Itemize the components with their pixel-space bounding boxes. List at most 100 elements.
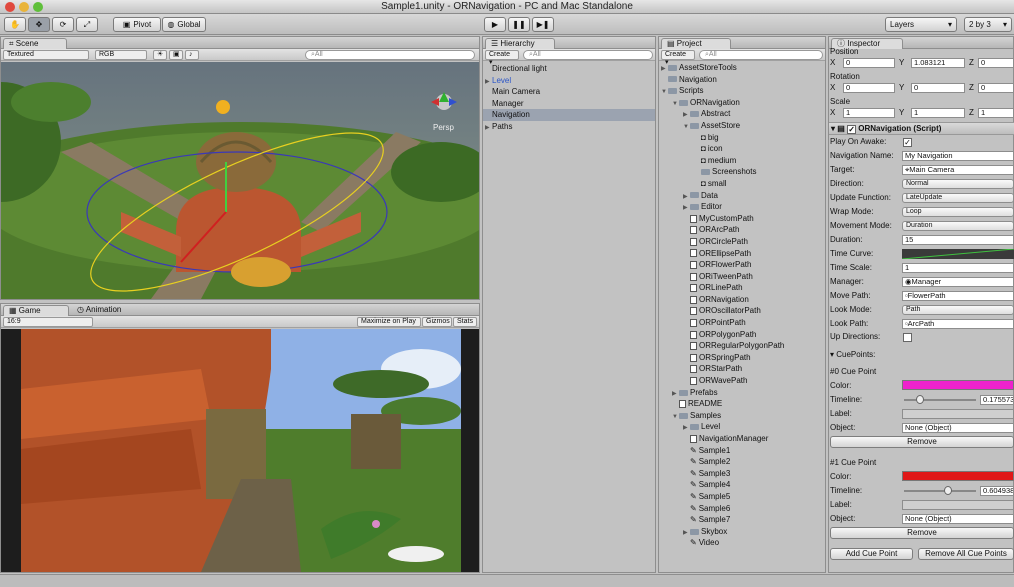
game-viewport[interactable] xyxy=(1,329,479,572)
project-item[interactable]: ▼ Scripts xyxy=(659,85,825,97)
movement-mode-dropdown[interactable]: Duration xyxy=(902,221,1014,231)
stats-toggle[interactable]: Stats xyxy=(453,317,477,327)
project-item[interactable]: Navigation xyxy=(659,74,825,86)
move-tool-button[interactable]: ✥ xyxy=(28,17,50,32)
hierarchy-item[interactable]: ▶ Paths xyxy=(483,121,655,133)
project-item[interactable]: ◘ icon xyxy=(659,143,825,155)
expand-arrow-icon[interactable]: ▶ xyxy=(485,123,492,135)
project-item[interactable]: ✎ Sample1 xyxy=(659,445,825,457)
rotation-z-field[interactable]: 0 xyxy=(978,83,1014,93)
project-item[interactable]: ✎ Sample7 xyxy=(659,514,825,526)
cue-color-field[interactable] xyxy=(902,471,1014,481)
hierarchy-search-input[interactable]: ⌕All xyxy=(523,50,653,60)
position-x-field[interactable]: 0 xyxy=(843,58,895,68)
project-item[interactable]: OROscillatorPath xyxy=(659,305,825,317)
project-item[interactable]: ORiTweenPath xyxy=(659,271,825,283)
rotation-x-field[interactable]: 0 xyxy=(843,83,895,93)
cue-object-field[interactable]: None (Object) xyxy=(902,514,1014,524)
project-item[interactable]: ▶ Editor xyxy=(659,201,825,213)
tab-project[interactable]: ▤ Project xyxy=(661,38,731,49)
image-toggle[interactable]: ▣ xyxy=(169,50,183,60)
position-y-field[interactable]: 1.083121 xyxy=(911,58,965,68)
hierarchy-item[interactable]: ▶ Level xyxy=(483,75,655,87)
cue-timeline-slider-thumb[interactable] xyxy=(915,395,924,404)
project-item[interactable]: ✎ Sample6 xyxy=(659,503,825,515)
project-item[interactable]: ORStarPath xyxy=(659,363,825,375)
direction-dropdown[interactable]: Normal xyxy=(902,179,1014,189)
project-item[interactable]: README xyxy=(659,398,825,410)
project-item[interactable]: ORPolygonPath xyxy=(659,329,825,341)
scene-viewport[interactable]: Persp xyxy=(1,62,479,299)
cue-label-field[interactable] xyxy=(902,409,1014,419)
hierarchy-item[interactable]: Manager xyxy=(483,98,655,110)
lighting-toggle[interactable]: ☀ xyxy=(153,50,167,60)
project-item[interactable]: ORWavePath xyxy=(659,375,825,387)
cue-remove-button[interactable]: Remove xyxy=(830,436,1014,448)
manager-field[interactable]: ◉Manager xyxy=(902,277,1014,287)
project-item[interactable]: ✎ Sample2 xyxy=(659,456,825,468)
hierarchy-item-selected[interactable]: Navigation xyxy=(483,109,655,121)
play-button[interactable]: ▶ xyxy=(484,17,506,32)
project-item[interactable]: ▶ Level xyxy=(659,421,825,433)
project-item[interactable]: ORSpringPath xyxy=(659,352,825,364)
cue-color-field[interactable] xyxy=(902,380,1014,390)
cue-points-foldout[interactable]: ▾ CuePoints: xyxy=(830,349,875,361)
component-foldout[interactable]: ▾ ▤ ✓ ORNavigation (Script) xyxy=(831,123,941,135)
cue-label-field[interactable] xyxy=(902,500,1014,510)
step-button[interactable]: ▶❚ xyxy=(532,17,554,32)
project-item[interactable]: ✎ Sample3 xyxy=(659,468,825,480)
project-create-button[interactable]: Create ▾ xyxy=(661,50,695,66)
project-item[interactable]: ▼ AssetStore xyxy=(659,120,825,132)
component-enabled-checkbox[interactable]: ✓ xyxy=(847,125,857,134)
scale-y-field[interactable]: 1 xyxy=(911,108,965,118)
rotation-y-field[interactable]: 0 xyxy=(911,83,965,93)
tab-hierarchy[interactable]: ☰ Hierarchy xyxy=(485,38,555,49)
gizmos-toggle[interactable]: Gizmos xyxy=(422,317,452,327)
global-toggle[interactable]: ◍ Global xyxy=(162,17,206,32)
target-field[interactable]: ⌖Main Camera xyxy=(902,165,1014,175)
cue-timeline-slider-thumb[interactable] xyxy=(943,486,952,495)
project-item[interactable]: ✎ Sample4 xyxy=(659,479,825,491)
project-item[interactable]: OREllipsePath xyxy=(659,248,825,260)
up-directions-checkbox[interactable] xyxy=(903,333,912,342)
navigation-name-field[interactable]: My Navigation xyxy=(902,151,1014,161)
wrap-mode-dropdown[interactable]: Loop xyxy=(902,207,1014,217)
project-item[interactable]: ▶ Data xyxy=(659,190,825,202)
hand-tool-button[interactable]: ✋ xyxy=(4,17,26,32)
project-item[interactable]: ORRegularPolygonPath xyxy=(659,340,825,352)
cue-timeline-field[interactable]: 0.175573 xyxy=(980,395,1014,405)
position-z-field[interactable]: 0 xyxy=(978,58,1014,68)
tab-animation[interactable]: ◷ Animation xyxy=(77,305,121,315)
tab-game[interactable]: ▦ Game xyxy=(3,305,69,316)
color-mode-dropdown[interactable]: RGB xyxy=(95,50,147,60)
add-cue-point-button[interactable]: Add Cue Point xyxy=(830,548,913,560)
scene-search-input[interactable]: ⌕All xyxy=(305,50,475,60)
project-item[interactable]: ▶ AssetStoreTools xyxy=(659,62,825,74)
project-item[interactable]: ▶ Prefabs xyxy=(659,387,825,399)
project-search-input[interactable]: ⌕All xyxy=(699,50,823,60)
hierarchy-create-button[interactable]: Create ▾ xyxy=(485,50,519,66)
render-mode-dropdown[interactable]: Textured xyxy=(3,50,89,60)
pivot-toggle[interactable]: ▣ Pivot xyxy=(113,17,161,32)
duration-field[interactable]: 15 xyxy=(902,235,1014,245)
rotate-tool-button[interactable]: ⟳ xyxy=(52,17,74,32)
project-item[interactable]: ✎ Video xyxy=(659,537,825,549)
cue-remove-button[interactable]: Remove xyxy=(830,527,1014,539)
project-item[interactable]: ▼ ORNavigation xyxy=(659,97,825,109)
tab-scene[interactable]: ⌗ Scene xyxy=(3,38,67,49)
project-item[interactable]: NavigationManager xyxy=(659,433,825,445)
time-scale-field[interactable]: 1 xyxy=(902,263,1014,273)
project-item[interactable]: ORArcPath xyxy=(659,224,825,236)
layers-dropdown[interactable]: Layers ▾ xyxy=(885,17,957,32)
project-item[interactable]: ◘ small xyxy=(659,178,825,190)
hierarchy-item[interactable]: Directional light xyxy=(483,63,655,75)
aspect-dropdown[interactable]: 16:9 xyxy=(3,317,93,327)
cue-object-field[interactable]: None (Object) xyxy=(902,423,1014,433)
look-mode-dropdown[interactable]: Path xyxy=(902,305,1014,315)
cue-timeline-slider[interactable] xyxy=(904,399,976,401)
audio-toggle[interactable]: ♪ xyxy=(185,50,199,60)
cue-timeline-slider[interactable] xyxy=(904,490,976,492)
project-item[interactable]: ▼ Samples xyxy=(659,410,825,422)
project-item[interactable]: ORLinePath xyxy=(659,282,825,294)
pause-button[interactable]: ❚❚ xyxy=(508,17,530,32)
